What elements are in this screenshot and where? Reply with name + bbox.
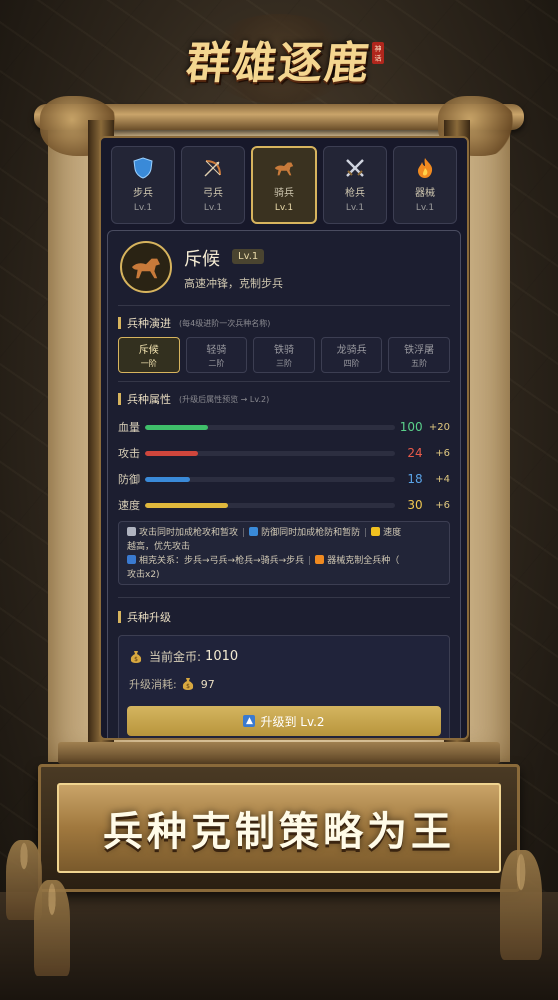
evolution-stages: 斥候 一阶 轻骑 二阶 铁骑 三阶 龙骑兵 四阶 铁浮屠 五阶 — [118, 337, 450, 373]
tab-level: Lv.1 — [274, 203, 294, 213]
unit-detail-card: 斥候 Lv.1 高速冲锋，克制步兵 兵种演进 (每4级进阶一次兵种名称) 斥候 … — [107, 230, 461, 738]
stat-bar — [145, 502, 396, 508]
tab-label: 器械 — [415, 188, 435, 199]
stat-fill — [145, 424, 208, 430]
stat-hp: 血量 100 +20 — [118, 420, 451, 434]
crossed-swords-icon — [344, 157, 366, 179]
arrow-up-icon: ▲ — [243, 715, 256, 727]
evolution-stage[interactable]: 斥候 一阶 — [118, 337, 180, 373]
divider — [118, 305, 450, 306]
shield-icon — [249, 527, 259, 536]
rules-notes: 攻击同时加成枪攻和暂攻 | 防御同时加成枪防和暂防 | 速度 越高，优先攻击 相克关系：… — [118, 521, 450, 585]
tab-infantry[interactable]: 步兵 Lv.1 — [111, 146, 175, 224]
divider — [118, 381, 450, 382]
evolution-section-title: 兵种演进 (每4级进阶一次兵种名称) — [118, 315, 270, 331]
shield-icon — [132, 157, 154, 179]
cost-value: 97 — [200, 677, 215, 691]
tab-level: Lv.1 — [345, 203, 365, 213]
stat-attack: 攻击 24 +6 — [118, 446, 451, 460]
unit-description: 高速冲锋，克制步兵 — [184, 277, 283, 290]
tab-level: Lv.1 — [415, 203, 435, 213]
plaque-top-trim — [58, 742, 500, 764]
horse-icon — [273, 157, 295, 179]
stat-bar — [145, 476, 396, 482]
stat-defense: 防御 18 +4 — [118, 472, 451, 486]
upgrade-section-title: 兵种升级 — [118, 609, 171, 625]
upgrade-cost: 升级消耗: $ 97 — [129, 677, 215, 692]
tab-label: 步兵 — [133, 188, 153, 199]
tab-archer[interactable]: 弓兵 Lv.1 — [181, 146, 245, 224]
gold-value: 1010 — [205, 649, 239, 664]
tab-siege[interactable]: 器械 Lv.1 — [393, 146, 457, 224]
stat-speed: 速度 30 +6 — [118, 498, 451, 512]
logo-title: 群雄逐鹿 — [183, 38, 374, 89]
attributes-section-title: 兵种属性 (升级后属性预览 → Lv.2) — [118, 391, 269, 407]
tab-label: 骑兵 — [274, 188, 294, 199]
tab-level: Lv.1 — [203, 203, 223, 213]
upgrade-button[interactable]: ▲ 升级到 Lv.2 — [127, 706, 441, 736]
tab-level: Lv.1 — [133, 203, 153, 213]
unit-panel: 步兵 Lv.1 弓兵 Lv.1 骑兵 Lv.1 枪兵 Lv.1 器械 Lv.1 … — [99, 136, 469, 740]
slogan-text: 兵种克制策略为王 — [103, 808, 455, 855]
bow-icon — [202, 157, 224, 179]
horse-icon — [132, 258, 160, 279]
current-gold: $ 当前金币: 1010 — [129, 648, 238, 665]
money-bag-icon: $ — [130, 650, 142, 663]
tab-label: 弓兵 — [203, 188, 223, 199]
ground — [0, 892, 558, 1000]
svg-text:$: $ — [186, 683, 190, 690]
soldier-statue-right — [500, 850, 542, 960]
fire-icon — [414, 157, 436, 179]
upgrade-box: $ 当前金币: 1010 升级消耗: $ 97 ▲ 升级到 Lv.2 — [118, 635, 450, 738]
unit-type-tabs: 步兵 Lv.1 弓兵 Lv.1 骑兵 Lv.1 枪兵 Lv.1 器械 Lv.1 — [111, 146, 457, 224]
money-bag-icon: $ — [182, 678, 193, 690]
slogan-plaque: 兵种克制策略为王 — [38, 764, 520, 892]
evolution-stage[interactable]: 铁浮屠 五阶 — [388, 337, 450, 373]
game-logo: 群雄逐鹿 神 话 — [0, 14, 558, 104]
stat-fill — [145, 502, 228, 508]
evolution-stage[interactable]: 龙骑兵 四阶 — [320, 337, 383, 373]
divider — [118, 597, 450, 598]
lightning-icon — [371, 527, 381, 536]
stat-bar — [145, 450, 396, 456]
stat-fill — [145, 450, 198, 456]
tab-spearman[interactable]: 枪兵 Lv.1 — [323, 146, 387, 224]
evolution-stage[interactable]: 铁骑 三阶 — [253, 337, 315, 373]
attributes-hint: (升级后属性预览 → Lv.2) — [179, 394, 270, 404]
tab-label: 枪兵 — [345, 188, 365, 199]
cycle-icon — [127, 555, 136, 564]
svg-text:$: $ — [134, 656, 138, 663]
swords-icon — [127, 527, 136, 536]
unit-name: 斥候 — [184, 249, 220, 270]
stat-fill — [145, 476, 191, 482]
unit-avatar — [120, 241, 172, 293]
soldier-statue-left-2 — [34, 880, 70, 976]
unit-level-badge: Lv.1 — [232, 249, 265, 264]
evolution-stage[interactable]: 轻骑 二阶 — [185, 337, 248, 373]
fire-icon — [315, 555, 325, 564]
tab-cavalry[interactable]: 骑兵 Lv.1 — [251, 146, 317, 224]
stat-bar — [145, 424, 396, 430]
logo-seal: 神 话 — [372, 42, 384, 64]
evolution-hint: (每4级进阶一次兵种名称) — [179, 318, 271, 328]
